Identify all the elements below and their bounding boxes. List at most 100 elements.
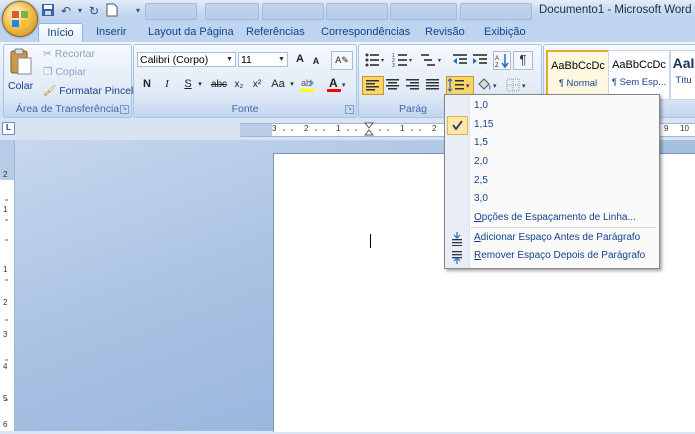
numbering-button[interactable]: 1 2 3 ▾ — [392, 52, 414, 69]
tab-layout-da-pagina[interactable]: Layout da Página — [148, 24, 234, 42]
strikethrough-button[interactable]: abc — [209, 76, 229, 93]
font-color-icon: A ▾ — [327, 76, 346, 92]
line-spacing-option-1-0[interactable]: 1,0 — [474, 97, 488, 115]
decrease-indent-button[interactable] — [452, 52, 468, 68]
line-spacing-options-item[interactable]: Opções de Espaçamento de Linha... — [474, 209, 636, 227]
multilevel-list-icon: ▾ — [421, 54, 441, 66]
align-left-icon — [366, 80, 379, 91]
taskbar-blur-item — [145, 3, 197, 20]
sort-button[interactable]: AZ — [493, 51, 511, 70]
font-size-combo[interactable]: 11 ▼ — [238, 52, 288, 67]
tab-revisao[interactable]: Revisão — [425, 24, 465, 42]
increase-indent-button[interactable] — [472, 52, 488, 68]
chevron-down-icon[interactable]: ▼ — [225, 53, 234, 66]
clear-formatting-button[interactable]: A✎ — [331, 51, 353, 70]
save-icon[interactable] — [40, 3, 56, 19]
tab-referencias[interactable]: Referências — [246, 24, 305, 42]
style-titulo[interactable]: AaI Títu — [670, 50, 695, 100]
change-case-button[interactable]: Aa — [269, 76, 287, 93]
svg-text:A: A — [329, 76, 338, 90]
document-icon[interactable] — [104, 3, 120, 19]
chevron-down-icon[interactable]: ▼ — [277, 53, 286, 66]
window-title: Documento1 - Microsoft Word — [539, 4, 692, 16]
show-marks-button[interactable]: ¶ — [513, 51, 533, 70]
style-name: ¶ Sem Esp... — [611, 77, 667, 88]
shrink-font-button[interactable]: A — [310, 53, 322, 70]
remove-space-after-item[interactable]: Remover Espaço Depois de Parágrafo — [474, 247, 645, 265]
remove-space-after-icon — [452, 251, 462, 264]
copy-icon: ❐ — [43, 66, 53, 78]
taskbar-blur-item — [262, 3, 324, 20]
increase-indent-icon — [473, 54, 487, 64]
align-right-button[interactable] — [404, 77, 422, 93]
add-space-before-item[interactable]: Adicionar Espaço Antes de Parágrafo — [474, 229, 640, 247]
font-color-button[interactable]: A ▾ — [326, 76, 348, 93]
office-button[interactable] — [2, 1, 38, 37]
font-launcher-icon[interactable]: ↘ — [345, 105, 354, 114]
clipboard-launcher-icon[interactable]: ↘ — [120, 105, 129, 114]
ruler-number: 6 — [3, 420, 8, 429]
multilevel-list-button[interactable]: ▾ — [420, 52, 444, 68]
tab-inicio[interactable]: Início — [38, 23, 83, 43]
superscript-button[interactable]: x² — [250, 76, 264, 93]
shading-button[interactable]: ▾ — [476, 77, 502, 93]
svg-text:▾: ▾ — [342, 82, 346, 89]
horizontal-ruler-margin — [240, 123, 272, 137]
justify-icon — [426, 79, 439, 90]
line-spacing-button[interactable]: ▾ — [446, 76, 474, 95]
line-spacing-option-3-0[interactable]: 3,0 — [474, 190, 488, 208]
taskbar-blur-item — [390, 3, 457, 20]
copy-button[interactable]: ❐ Copiar — [43, 66, 86, 78]
style-name: ¶ Normal — [558, 78, 598, 89]
tab-stop-selector[interactable]: L — [2, 122, 15, 135]
format-painter-label: Formatar Pincel — [59, 85, 134, 97]
grow-font-button[interactable]: A — [293, 51, 307, 68]
clipboard-group-label: Área de Transferência — [15, 103, 120, 115]
svg-text:ab: ab — [301, 78, 311, 88]
style-preview: AaBbCcDc — [551, 60, 605, 72]
align-center-button[interactable] — [384, 77, 402, 93]
ruler-number: 5 — [3, 394, 8, 403]
ruler-number: 3 — [3, 330, 8, 339]
style-sem-espacamento[interactable]: AaBbCcDc ¶ Sem Esp... — [608, 50, 670, 100]
line-spacing-option-2-0[interactable]: 2,0 — [474, 153, 488, 171]
format-painter-button[interactable]: 🖌 Formatar Pincel — [43, 84, 133, 97]
line-spacing-option-2-5[interactable]: 2,5 — [474, 172, 488, 190]
chevron-down-icon[interactable]: ▾ — [196, 76, 204, 93]
svg-text:▾: ▾ — [466, 83, 470, 90]
cut-button[interactable]: ✂ Recortar — [43, 48, 95, 60]
paste-button[interactable]: Colar — [8, 48, 34, 96]
line-spacing-option-1-15[interactable]: 1,15 — [474, 116, 493, 134]
bullets-button[interactable]: ▾ — [364, 52, 386, 68]
tab-exibicao[interactable]: Exibição — [484, 24, 526, 42]
ruler-number: 4 — [3, 362, 8, 371]
redo-icon[interactable]: ↻ — [86, 3, 102, 19]
font-name-combo[interactable]: Calibri (Corpo) ▼ — [137, 52, 236, 67]
decrease-indent-icon — [453, 54, 467, 64]
qat-customize-icon[interactable]: ▾ — [130, 3, 146, 19]
highlight-button[interactable]: ab — [299, 76, 321, 93]
tab-correspondencias[interactable]: Correspondências — [321, 24, 410, 42]
bold-button[interactable]: N — [140, 76, 154, 93]
subscript-button[interactable]: x₂ — [232, 76, 246, 93]
align-right-icon — [406, 79, 419, 90]
sort-icon: AZ — [495, 54, 509, 69]
indent-marker-icon[interactable] — [364, 122, 374, 138]
tab-inserir[interactable]: Inserir — [96, 24, 127, 42]
svg-text:3: 3 — [392, 63, 395, 68]
align-left-button[interactable] — [362, 76, 384, 95]
chevron-down-icon[interactable]: ▾ — [288, 76, 296, 93]
svg-text:▾: ▾ — [522, 83, 526, 90]
ruler-number: 2 — [3, 298, 8, 307]
line-spacing-option-1-5[interactable]: 1,5 — [474, 134, 488, 152]
vertical-ruler[interactable] — [0, 140, 15, 431]
pilcrow-icon: ¶ — [519, 52, 527, 67]
justify-button[interactable] — [424, 77, 442, 93]
italic-button[interactable]: I — [160, 76, 174, 93]
line-spacing-icon: ▾ — [447, 78, 470, 92]
borders-button[interactable]: ▾ — [505, 77, 531, 93]
underline-button[interactable]: S — [181, 76, 195, 93]
checkmark-icon — [452, 120, 463, 131]
vertical-ruler-ticks — [5, 199, 8, 401]
add-space-before-icon — [452, 232, 462, 246]
